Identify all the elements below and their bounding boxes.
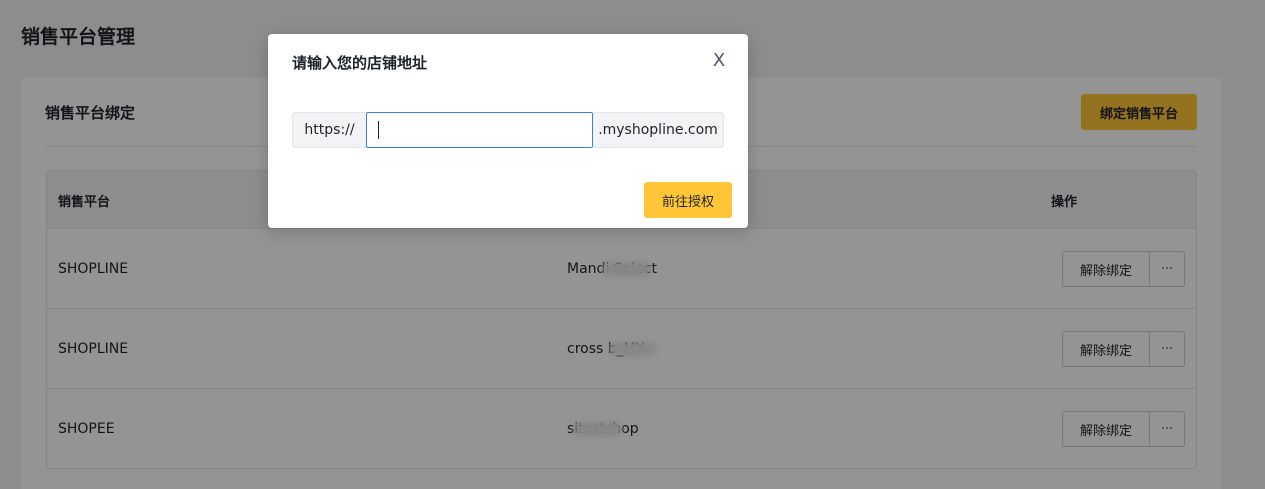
modal-title: 请输入您的店铺地址	[292, 54, 428, 72]
store-url-modal: 请输入您的店铺地址 X https:// .myshopline.com 前往授…	[268, 34, 748, 228]
url-suffix: .myshopline.com	[593, 112, 724, 148]
text-caret	[378, 121, 379, 139]
store-url-input[interactable]	[366, 112, 593, 148]
close-icon[interactable]: X	[708, 50, 730, 72]
url-prefix: https://	[292, 112, 366, 148]
authorize-button[interactable]: 前往授权	[644, 182, 732, 218]
